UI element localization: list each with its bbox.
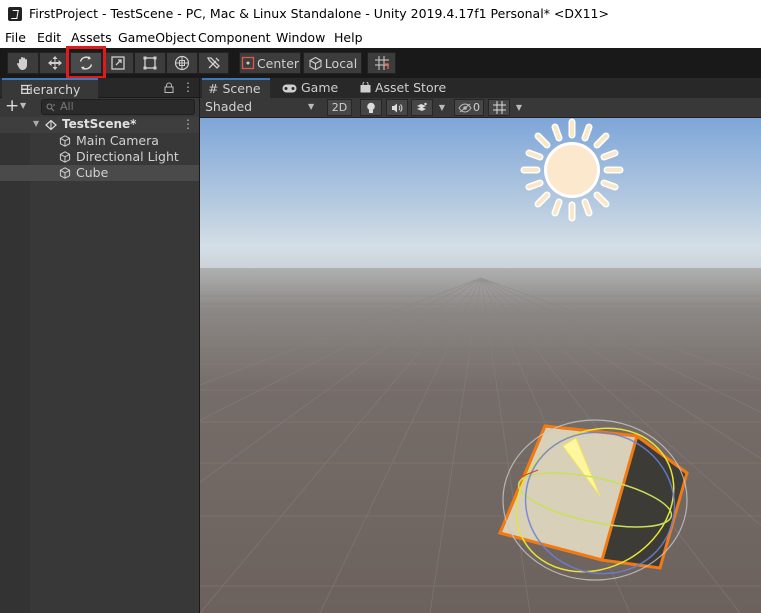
hierarchy-tab-bar: ☰ Hierarchy ⋮ (0, 78, 199, 98)
2d-toggle-button[interactable]: 2D (327, 99, 352, 116)
grid-dropdown[interactable]: ▼ (511, 99, 527, 116)
search-placeholder: All (60, 100, 74, 113)
menu-file[interactable]: File (5, 30, 26, 45)
menu-component[interactable]: Component (198, 30, 271, 45)
speaker-icon (392, 103, 403, 112)
local-cube-icon (309, 56, 322, 70)
shopping-bag-icon (360, 81, 371, 93)
kebab-menu-icon[interactable]: ⋮ (182, 80, 194, 94)
gamepad-icon (282, 84, 297, 93)
shading-mode-dropdown[interactable]: Shaded ▼ (202, 99, 322, 116)
hierarchy-item-label: Main Camera (76, 133, 159, 148)
audio-toggle-button[interactable] (386, 99, 408, 116)
tab-game[interactable]: Game (282, 78, 344, 98)
lightbulb-icon (367, 102, 375, 113)
scene-root-row[interactable]: ▼ TestScene* ⋮ (0, 117, 199, 133)
tab-scene-label: Scene (222, 81, 261, 96)
skybox (200, 118, 761, 278)
hierarchy-tab-label: Hierarchy (20, 82, 81, 97)
title-bar: FirstProject - TestScene - PC, Mac & Lin… (0, 0, 761, 28)
unity-logo-icon (8, 7, 22, 21)
menu-window[interactable]: Window (276, 30, 325, 45)
scene-control-bar: Shaded ▼ 2D ▼ 0 ▼ (199, 98, 761, 118)
effects-icon (417, 102, 427, 111)
grid-snap-icon (374, 56, 389, 70)
rect-transform-icon (143, 56, 157, 70)
menu-bar: File Edit Assets GameObject Component Wi… (0, 28, 761, 48)
lock-icon[interactable] (164, 82, 174, 93)
custom-tool-button[interactable] (198, 52, 229, 74)
search-icon (46, 103, 55, 112)
scene-name: TestScene* (62, 117, 137, 131)
grid-hash-icon: # (208, 81, 219, 96)
chevron-down-icon: ▼ (20, 101, 27, 110)
tab-game-label: Game (300, 80, 339, 95)
grid-icon (492, 101, 506, 114)
scale-icon (111, 56, 125, 70)
create-dropdown-button[interactable]: + ▼ (5, 96, 35, 116)
effects-toggle-button[interactable] (411, 99, 433, 116)
scene-tab-bar: # Scene Game Asset Store (199, 78, 761, 98)
menu-help[interactable]: Help (334, 30, 363, 45)
chevron-down-icon: ▼ (515, 103, 523, 112)
chevron-down-icon: ▼ (308, 102, 315, 111)
2d-label: 2D (331, 101, 348, 114)
gameobject-cube-icon (59, 151, 71, 163)
active-tool-highlight (66, 46, 106, 79)
expand-arrow-icon[interactable]: ▼ (33, 119, 39, 128)
hierarchy-item-directional-light[interactable]: Directional Light (0, 149, 199, 165)
scene-menu-icon[interactable]: ⋮ (182, 117, 194, 131)
hierarchy-item-label: Cube (76, 165, 109, 180)
unity-scene-icon (45, 119, 57, 131)
plus-icon: + (5, 96, 20, 116)
pivot-label: Center (256, 55, 300, 71)
hierarchy-gutter (0, 133, 30, 613)
hidden-objects-toggle[interactable]: 0 (454, 99, 484, 116)
hand-tool-button[interactable] (7, 52, 39, 74)
hierarchy-item-label: Directional Light (76, 149, 179, 164)
pivot-space-toggle[interactable]: Local (303, 52, 362, 74)
eye-slash-icon (458, 102, 472, 113)
ground-plane (200, 268, 761, 613)
menu-gameobject[interactable]: GameObject (118, 30, 196, 45)
grid-snap-button[interactable] (367, 52, 396, 74)
tab-hierarchy[interactable]: ☰ Hierarchy (2, 78, 98, 98)
transform-tool-button[interactable] (166, 52, 198, 74)
gameobject-cube-icon (59, 167, 71, 179)
gameobject-cube-icon (59, 135, 71, 147)
directional-light-gizmo (520, 118, 624, 222)
tab-scene[interactable]: # Scene (202, 78, 270, 98)
chevron-down-icon: ▼ (438, 103, 446, 112)
grid-toggle-button[interactable] (488, 99, 510, 116)
rect-tool-button[interactable] (134, 52, 166, 74)
menu-assets[interactable]: Assets (71, 30, 112, 45)
main-toolbar: Center Local (0, 48, 761, 78)
shading-mode-label: Shaded (205, 99, 253, 114)
pivot-icon (241, 56, 255, 70)
window-title: FirstProject - TestScene - PC, Mac & Lin… (29, 6, 609, 21)
tab-asset-store[interactable]: Asset Store (360, 78, 450, 98)
space-label: Local (324, 55, 358, 71)
tools-icon (206, 57, 220, 69)
effects-dropdown[interactable]: ▼ (434, 99, 450, 116)
pivot-center-toggle[interactable]: Center (239, 52, 301, 74)
hierarchy-item-cube[interactable]: Cube (0, 165, 199, 181)
scene-viewport[interactable] (199, 118, 761, 613)
hidden-count: 0 (473, 101, 480, 114)
hand-icon (17, 57, 27, 70)
move-arrows-icon (47, 56, 62, 70)
scene-render (200, 118, 761, 613)
transform-gizmo-icon (174, 55, 190, 71)
lighting-toggle-button[interactable] (360, 99, 382, 116)
scale-tool-button[interactable] (102, 52, 134, 74)
tab-asset-store-label: Asset Store (374, 80, 447, 95)
hierarchy-item-main-camera[interactable]: Main Camera (0, 133, 199, 149)
menu-edit[interactable]: Edit (37, 30, 61, 45)
hierarchy-search-input[interactable]: All (41, 99, 195, 115)
